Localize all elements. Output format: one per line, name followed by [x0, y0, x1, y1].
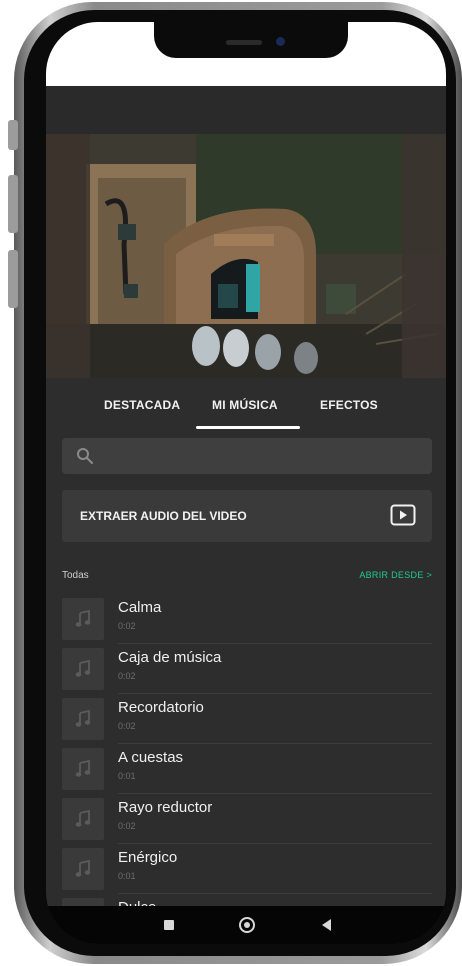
track-title: A cuestas [118, 749, 184, 766]
track-duration: 0:01 [118, 771, 136, 781]
recents-square-icon[interactable] [164, 920, 174, 930]
music-tabs: DESTACADA MI MÚSICA EFECTOS [46, 378, 446, 432]
music-note-icon [75, 710, 91, 727]
list-item[interactable]: Calma 0:02 [62, 594, 432, 644]
track-title: Recordatorio [118, 699, 204, 716]
search-input[interactable] [102, 438, 422, 474]
list-item[interactable]: Rayo reductor 0:02 [62, 794, 432, 844]
phone-volume-up-button [8, 175, 18, 233]
track-list: Calma 0:02 Caja de música 0:02 Recordato… [62, 594, 432, 910]
track-title: Calma [118, 599, 162, 616]
track-duration: 0:01 [118, 871, 136, 881]
track-duration: 0:02 [118, 721, 136, 731]
preview-photo-illustration [46, 134, 446, 378]
home-circle-icon[interactable] [239, 917, 255, 933]
tab-mi-musica[interactable]: MI MÚSICA [212, 398, 278, 412]
music-note-icon [75, 660, 91, 677]
phone-side-button [8, 120, 18, 150]
video-preview-image [46, 134, 446, 378]
app-screen: DESTACADA MI MÚSICA EFECTOS EXTRAER AUDI… [46, 22, 446, 944]
music-note-icon [75, 760, 91, 777]
track-duration: 0:02 [118, 621, 136, 631]
search-icon [77, 448, 93, 464]
track-title: Enérgico [118, 849, 178, 866]
track-thumbnail [62, 798, 104, 840]
extract-audio-button[interactable]: EXTRAER AUDIO DEL VIDEO [62, 490, 432, 542]
track-duration: 0:02 [118, 821, 136, 831]
music-note-icon [75, 860, 91, 877]
search-bar[interactable] [62, 438, 432, 474]
list-header: Todas ABRIR DESDE > [62, 570, 432, 586]
track-thumbnail [62, 848, 104, 890]
active-tab-indicator [196, 426, 300, 429]
list-item[interactable]: A cuestas 0:01 [62, 744, 432, 794]
track-title: Caja de música [118, 649, 222, 666]
track-title: Rayo reductor [118, 799, 213, 816]
music-note-icon [75, 610, 91, 627]
track-thumbnail [62, 598, 104, 640]
navigation-bar [46, 906, 446, 944]
top-bar [46, 86, 446, 134]
tab-destacada[interactable]: DESTACADA [104, 398, 180, 412]
preview-right-shade [402, 134, 446, 378]
track-thumbnail [62, 748, 104, 790]
front-camera [276, 37, 285, 46]
open-from-link[interactable]: ABRIR DESDE > [359, 570, 432, 580]
speaker [226, 40, 262, 45]
track-thumbnail [62, 648, 104, 690]
tab-efectos[interactable]: EFECTOS [320, 398, 378, 412]
list-item[interactable]: Enérgico 0:01 [62, 844, 432, 894]
notch [154, 22, 348, 58]
list-item[interactable]: Recordatorio 0:02 [62, 694, 432, 744]
track-duration: 0:02 [118, 671, 136, 681]
video-play-icon [390, 504, 416, 526]
preview-left-shade [46, 134, 90, 378]
filter-all-label[interactable]: Todas [62, 570, 89, 581]
extract-audio-label: EXTRAER AUDIO DEL VIDEO [80, 509, 247, 523]
music-note-icon [75, 810, 91, 827]
back-triangle-icon[interactable] [322, 919, 331, 931]
phone-volume-down-button [8, 250, 18, 308]
track-thumbnail [62, 698, 104, 740]
list-item[interactable]: Caja de música 0:02 [62, 644, 432, 694]
